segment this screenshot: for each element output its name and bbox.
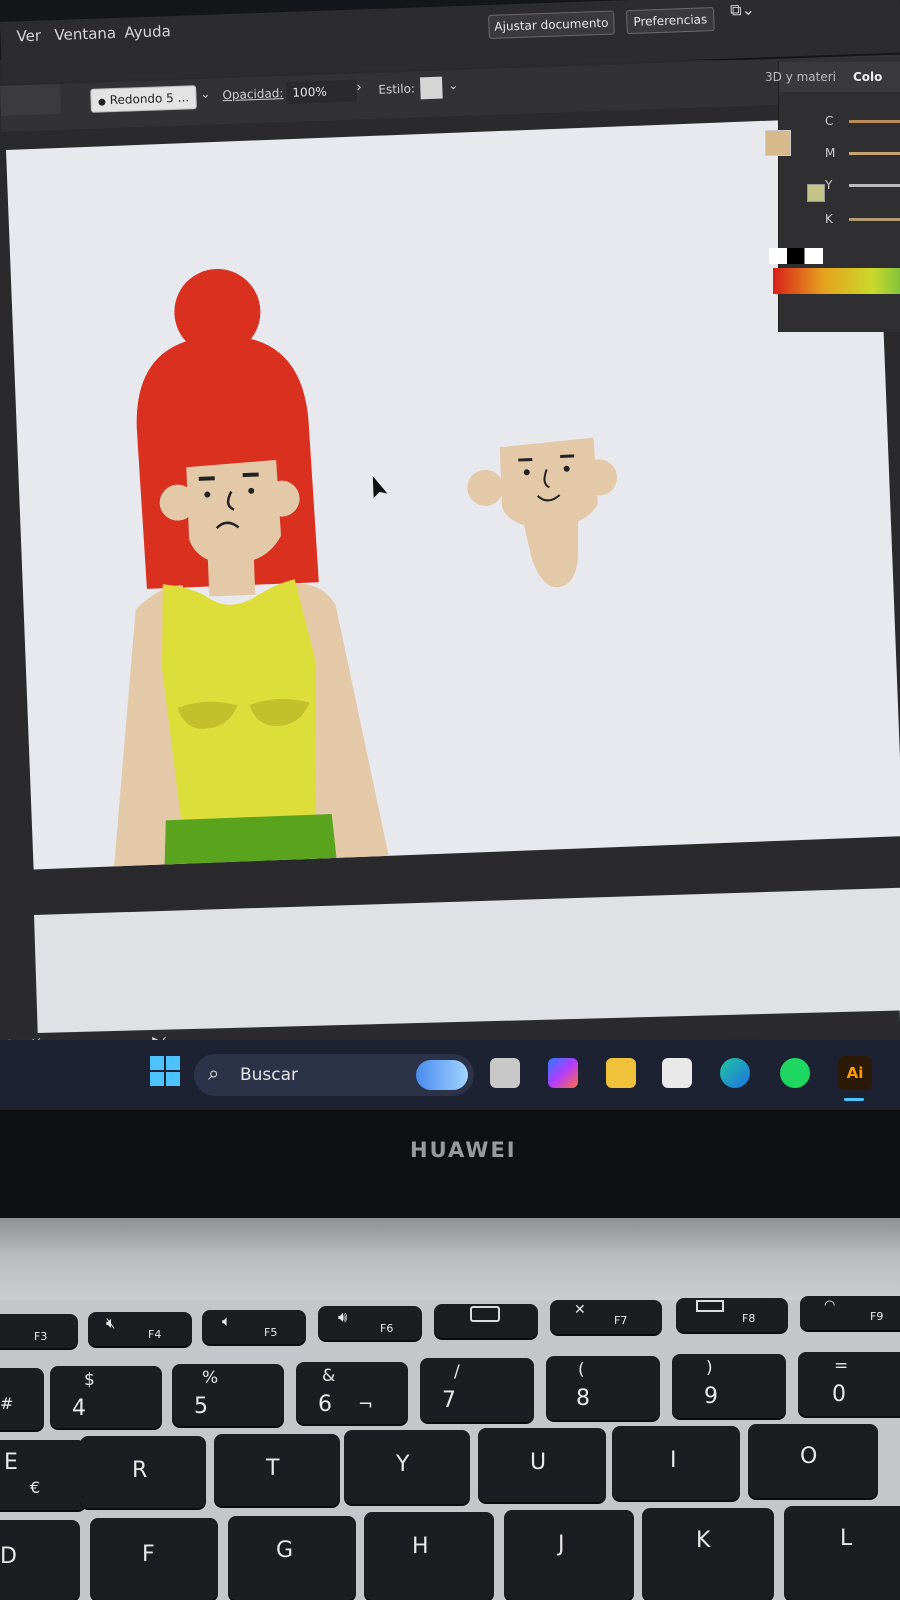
opacity-input[interactable]: 100% — [286, 79, 357, 105]
wifi-icon: ◠ — [824, 1298, 836, 1313]
key-i[interactable]: I — [612, 1426, 740, 1500]
edge-icon[interactable] — [720, 1058, 750, 1088]
menu-ayuda[interactable]: Ayuda — [124, 22, 171, 42]
mute-icon: 🔇︎ — [106, 1314, 116, 1332]
task-view-icon[interactable] — [490, 1058, 520, 1088]
swatch-chip[interactable] — [807, 184, 825, 202]
key-f[interactable]: F — [90, 1518, 218, 1600]
key-f3[interactable]: F3 — [0, 1314, 78, 1348]
menu-ver[interactable]: Ver — [16, 27, 41, 46]
brand-logo: HUAWEI — [410, 1138, 517, 1162]
channel-y: Y — [825, 178, 833, 192]
y-slider[interactable] — [849, 184, 900, 187]
artboard[interactable] — [6, 116, 900, 881]
key-g[interactable]: G — [228, 1516, 356, 1600]
key-f5[interactable]: 🔈︎ F5 — [202, 1310, 306, 1344]
m-slider[interactable] — [849, 152, 900, 155]
key-t[interactable]: T — [214, 1434, 340, 1506]
style-label: Estilo: — [378, 81, 416, 97]
channel-m: M — [825, 146, 836, 160]
key-f7[interactable]: ✕ F7 — [550, 1300, 662, 1334]
chevron-down-icon[interactable]: ⌄ — [200, 87, 211, 101]
preferences-button[interactable]: Preferencias — [625, 7, 715, 35]
screen-bezel — [0, 1110, 900, 1220]
face — [186, 459, 282, 564]
brush-name: Redondo 5 ... — [109, 90, 190, 108]
key-0[interactable]: = 0 — [798, 1352, 900, 1416]
key-3[interactable]: # — [0, 1368, 44, 1430]
mouse-cursor — [372, 476, 388, 499]
key-f8[interactable]: F8 — [676, 1298, 788, 1332]
fill-swatch[interactable] — [765, 130, 791, 156]
opacity-label: Opacidad: — [222, 86, 284, 103]
copilot-icon[interactable] — [548, 1058, 578, 1088]
taskbar-search[interactable]: ⌕ Buscar — [194, 1054, 474, 1096]
key-f9[interactable]: ◠ F9 — [800, 1296, 900, 1330]
stroke-swatch[interactable] — [0, 83, 62, 116]
active-app-indicator — [844, 1098, 864, 1101]
key-9[interactable]: ) 9 — [672, 1354, 786, 1418]
key-h[interactable]: H — [364, 1512, 494, 1600]
tab-color[interactable]: Colo — [853, 70, 882, 84]
k-slider[interactable] — [849, 218, 900, 221]
file-explorer-icon[interactable] — [606, 1058, 636, 1088]
search-highlight-icon — [416, 1060, 468, 1090]
chevron-right-icon[interactable]: › — [356, 79, 362, 95]
key-5[interactable]: % 5 — [172, 1364, 284, 1426]
male-head — [467, 437, 618, 588]
menu-ventana[interactable]: Ventana — [54, 24, 116, 44]
key-camera[interactable] — [434, 1304, 538, 1338]
volume-up-icon: 🔊︎ — [338, 1308, 348, 1326]
color-panel: 3D y materi Colo C M Y K — [765, 62, 900, 332]
mic-off-icon: ✕ — [574, 1302, 586, 1318]
woman-character — [113, 269, 390, 881]
c-slider[interactable] — [849, 120, 900, 123]
key-f4[interactable]: 🔇︎ F4 — [88, 1312, 192, 1346]
illustration — [113, 269, 618, 881]
illustrator-icon[interactable]: Ai — [838, 1056, 872, 1090]
key-o[interactable]: O — [748, 1424, 878, 1498]
key-d[interactable]: D — [0, 1520, 80, 1600]
channel-k: K — [825, 212, 833, 226]
windows-start-icon[interactable] — [150, 1056, 180, 1086]
channel-c: C — [825, 114, 834, 128]
none-black-white-swatches[interactable] — [769, 248, 823, 264]
key-r[interactable]: R — [80, 1436, 206, 1508]
volume-down-icon: 🔈︎ — [222, 1312, 232, 1330]
fit-document-button[interactable]: Ajustar documento — [488, 10, 615, 39]
key-8[interactable]: (8 — [546, 1356, 660, 1420]
brush-dropdown[interactable]: ● Redondo 5 ... — [90, 85, 197, 113]
arrange-icon[interactable]: ⧉⌄ — [730, 0, 756, 21]
camera-icon — [470, 1306, 500, 1322]
store-icon[interactable] — [662, 1058, 692, 1088]
search-label: Buscar — [240, 1065, 299, 1085]
key-f6[interactable]: 🔊︎ F6 — [318, 1306, 422, 1340]
project-icon — [696, 1300, 724, 1312]
laptop-hinge — [0, 1218, 900, 1308]
tab-3d-materials[interactable]: 3D y materi — [765, 70, 836, 84]
chevron-down-icon[interactable]: ⌄ — [448, 78, 459, 92]
spotify-icon[interactable] — [780, 1058, 810, 1088]
key-4[interactable]: $4 — [50, 1366, 162, 1428]
key-e[interactable]: E € — [0, 1440, 86, 1510]
style-swatch[interactable] — [419, 76, 443, 100]
key-l[interactable]: L — [784, 1506, 900, 1600]
key-k[interactable]: K — [642, 1508, 774, 1600]
key-7[interactable]: /7 — [420, 1358, 534, 1422]
color-spectrum[interactable] — [773, 268, 900, 294]
search-icon: ⌕ — [208, 1061, 220, 1085]
key-6[interactable]: & 6 ¬ — [296, 1362, 408, 1424]
key-u[interactable]: U — [478, 1428, 606, 1502]
key-y[interactable]: Y — [344, 1430, 470, 1504]
key-j[interactable]: J — [504, 1510, 634, 1600]
